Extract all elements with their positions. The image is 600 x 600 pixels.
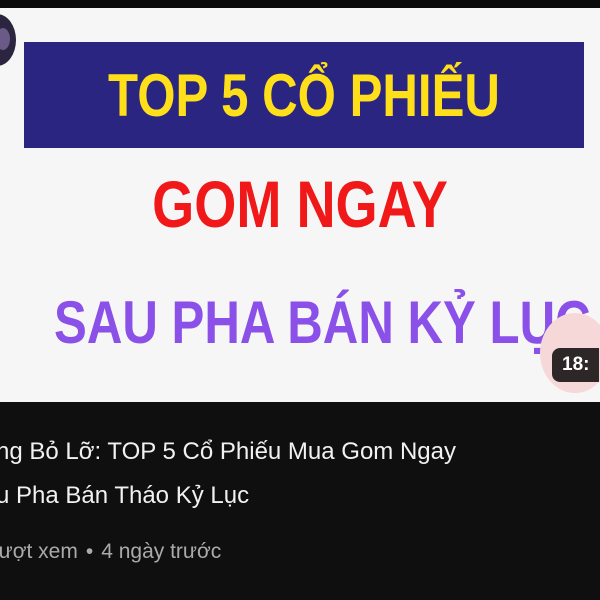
view-count: lượt xem <box>0 540 78 563</box>
video-thumbnail[interactable]: TOP 5 CỔ PHIẾU GOM NGAY SAU PHA BÁN KỶ L… <box>0 8 600 402</box>
thumbnail-subheadline: SAU PHA BÁN KỶ LỤC <box>54 289 591 356</box>
video-metadata: lượt xem • 4 ngày trước <box>0 540 221 564</box>
thumbnail-headline: GOM NGAY <box>152 167 448 241</box>
channel-avatar[interactable] <box>0 14 16 66</box>
duration-badge: 18: <box>552 348 600 382</box>
thumbnail-banner: TOP 5 CỔ PHIẾU <box>24 42 584 148</box>
video-title[interactable]: ng Bỏ Lỡ: TOP 5 Cổ Phiếu Mua Gom Ngay u … <box>0 430 600 518</box>
upload-age: 4 ngày trước <box>101 540 222 563</box>
meta-separator: • <box>85 540 94 563</box>
thumbnail-banner-text: TOP 5 CỔ PHIẾU <box>108 61 500 129</box>
video-title-line-2[interactable]: u Pha Bán Tháo Kỷ Lục <box>0 474 600 518</box>
top-edge <box>0 0 600 8</box>
video-title-line-1[interactable]: ng Bỏ Lỡ: TOP 5 Cổ Phiếu Mua Gom Ngay <box>0 430 600 474</box>
